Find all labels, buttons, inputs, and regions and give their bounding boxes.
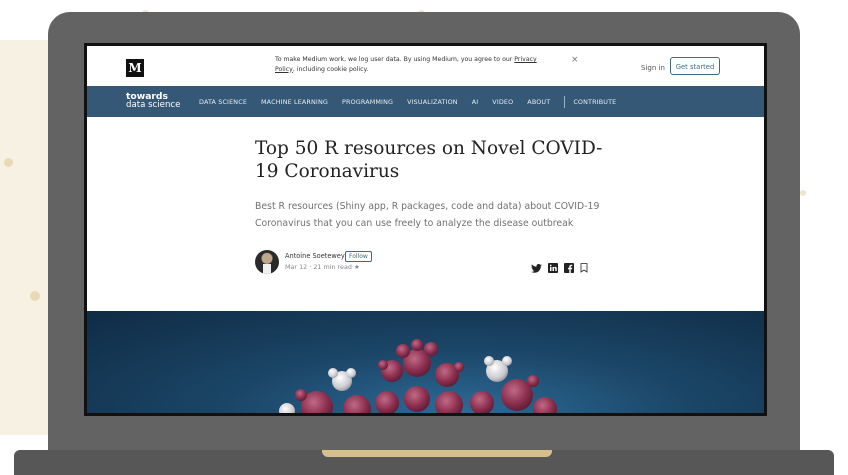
decor-dot bbox=[30, 291, 40, 301]
get-started-button[interactable]: Get started bbox=[670, 57, 720, 75]
decor-dot bbox=[800, 190, 806, 196]
hero-image bbox=[87, 311, 764, 413]
twitter-icon[interactable] bbox=[531, 258, 542, 277]
sign-in-link[interactable]: Sign in bbox=[641, 64, 665, 72]
nav-item-data-science[interactable]: DATA SCIENCE bbox=[199, 98, 247, 106]
bookmark-icon[interactable] bbox=[580, 258, 588, 277]
decor-dot bbox=[4, 158, 13, 167]
article-subtitle: Best R resources (Shiny app, R packages,… bbox=[255, 201, 600, 229]
nav-divider bbox=[564, 96, 566, 108]
web-page: M To make Medium work, we log user data.… bbox=[87, 46, 764, 413]
brand-line-2: data science bbox=[126, 100, 181, 110]
nav-item-programming[interactable]: PROGRAMMING bbox=[342, 98, 393, 106]
article-meta: Mar 12 · 21 min read ★ bbox=[285, 263, 360, 271]
nav-item-about[interactable]: ABOUT bbox=[527, 98, 550, 106]
nav-item-visualization[interactable]: VISUALIZATION bbox=[407, 98, 458, 106]
nav-item-ai[interactable]: AI bbox=[472, 98, 479, 106]
linkedin-icon[interactable] bbox=[548, 258, 558, 277]
coronavirus-illustration bbox=[279, 339, 557, 413]
author-name[interactable]: Antoine Soetewey bbox=[285, 252, 345, 260]
article-title: Top 50 R resources on Novel COVID-19 Cor… bbox=[255, 138, 603, 182]
facebook-icon[interactable] bbox=[564, 258, 574, 277]
close-icon[interactable]: × bbox=[571, 55, 579, 65]
top-bar: M To make Medium work, we log user data.… bbox=[87, 46, 764, 86]
follow-button[interactable]: Follow bbox=[345, 251, 372, 262]
tds-logo[interactable]: towards data science bbox=[126, 92, 180, 110]
share-bar bbox=[531, 258, 588, 277]
cookie-banner: To make Medium work, we log user data. B… bbox=[275, 55, 555, 74]
publication-nav: towards data science DATA SCIENCE MACHIN… bbox=[87, 86, 764, 117]
cookie-text: To make Medium work, we log user data. B… bbox=[275, 56, 513, 63]
nav-item-contribute[interactable]: CONTRIBUTE bbox=[573, 98, 616, 106]
laptop-notch bbox=[322, 450, 552, 457]
avatar[interactable] bbox=[255, 250, 279, 274]
nav-item-video[interactable]: VIDEO bbox=[492, 98, 513, 106]
nav-items: DATA SCIENCE MACHINE LEARNING PROGRAMMIN… bbox=[199, 96, 630, 108]
cookie-text-2: , including cookie policy. bbox=[292, 65, 369, 73]
nav-item-machine-learning[interactable]: MACHINE LEARNING bbox=[261, 98, 328, 106]
laptop-screen: M To make Medium work, we log user data.… bbox=[84, 43, 767, 416]
medium-logo[interactable]: M bbox=[126, 59, 144, 77]
